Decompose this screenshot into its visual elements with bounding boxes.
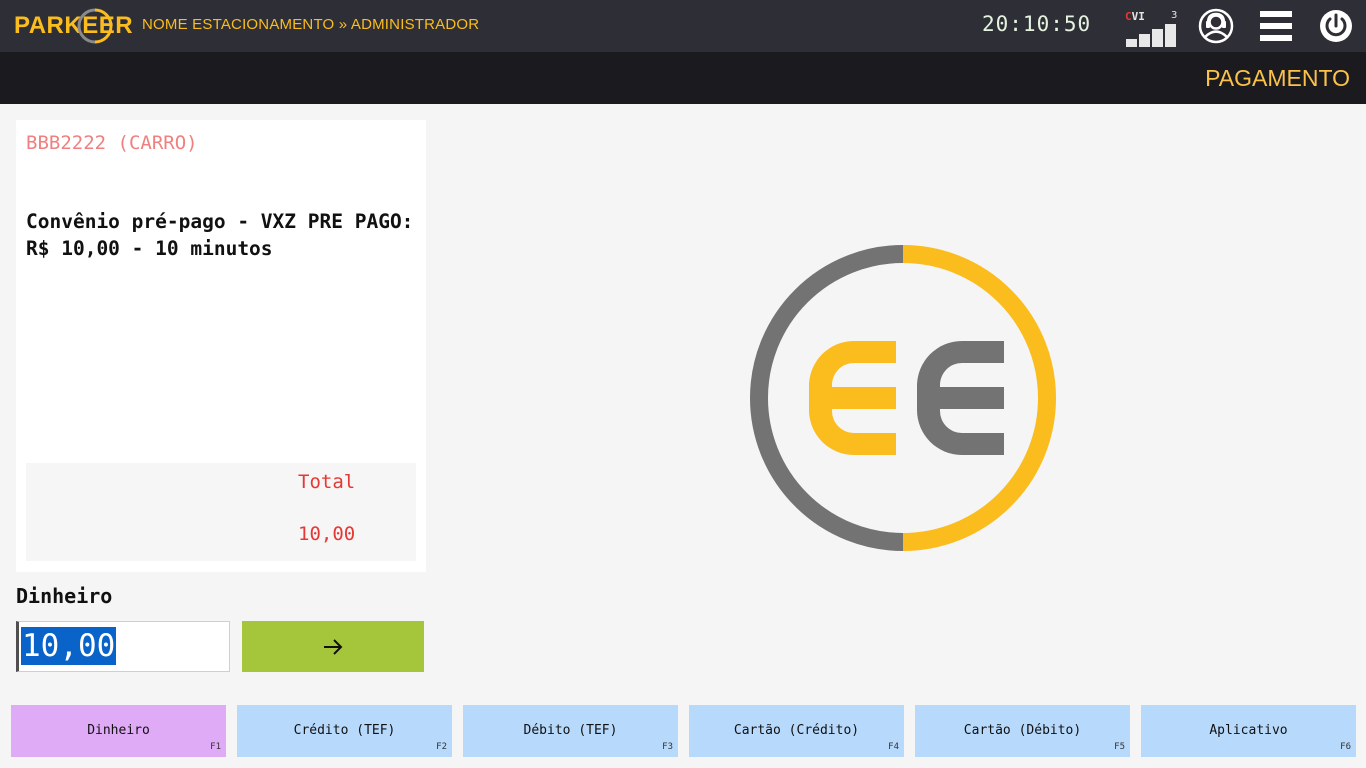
method-label: Cartão (Crédito) — [733, 723, 860, 738]
payment-method-label: Dinheiro — [16, 584, 113, 608]
method-label: Débito (TEF) — [523, 723, 618, 738]
method-label: Cartão (Débito) — [963, 723, 1082, 738]
vehicle-plate: BBB2222 (CARRO) — [26, 132, 198, 154]
method-label: Dinheiro — [87, 723, 150, 738]
ticket-description: Convênio pré-pago - VXZ PRE PAGO: R$ 10,… — [26, 210, 414, 260]
method-shortcut: F2 — [436, 742, 447, 752]
signal-level: 3 — [1171, 10, 1178, 21]
total-label: Total — [298, 471, 356, 493]
signal-label: CVI — [1125, 10, 1145, 23]
total-box: Total 10,00 — [26, 463, 416, 561]
method-label: Crédito (TEF) — [293, 723, 396, 738]
signal-bar — [1139, 34, 1150, 47]
parkeer-emblem-icon — [750, 245, 1056, 551]
breadcrumb: NOME ESTACIONAMENTO » ADMINISTRADOR — [142, 16, 480, 33]
signal-bar — [1165, 24, 1176, 47]
method-shortcut: F6 — [1340, 742, 1351, 752]
method-shortcut: F5 — [1114, 742, 1125, 752]
method-shortcut: F1 — [210, 742, 221, 752]
method-shortcut: F3 — [662, 742, 673, 752]
method-button-dinheiro[interactable]: Dinheiro F1 — [11, 705, 226, 757]
signal-strength-indicator: CVI 3 — [1124, 10, 1180, 48]
logo-text: PARKEER — [14, 12, 134, 39]
parkeer-logo: PARKEER — [14, 8, 133, 44]
arrow-right-icon — [324, 638, 343, 655]
signal-bar — [1126, 39, 1137, 47]
logo-ring-icon — [77, 8, 113, 44]
total-value: 10,00 — [298, 523, 356, 545]
method-button-credito-tef[interactable]: Crédito (TEF) F2 — [237, 705, 452, 757]
confirm-payment-button[interactable] — [242, 621, 424, 672]
user-support-icon[interactable] — [1196, 6, 1236, 46]
clock: 20:10:50 — [982, 12, 1092, 36]
amount-input[interactable]: 10,00 — [16, 621, 230, 672]
method-button-aplicativo[interactable]: Aplicativo F6 — [1141, 705, 1356, 757]
page-title: PAGAMENTO — [1205, 65, 1350, 91]
method-button-debito-tef[interactable]: Débito (TEF) F3 — [463, 705, 678, 757]
method-label: Aplicativo — [1209, 723, 1288, 738]
menu-icon[interactable] — [1256, 6, 1296, 46]
method-shortcut: F4 — [888, 742, 899, 752]
title-bar: PAGAMENTO — [0, 52, 1366, 104]
amount-value[interactable]: 10,00 — [21, 627, 117, 665]
top-bar: PARKEER NOME ESTACIONAMENTO » ADMINISTRA… — [0, 0, 1366, 52]
ticket-card: BBB2222 (CARRO) Convênio pré-pago - VXZ … — [16, 120, 426, 572]
payment-methods-bar: Dinheiro F1 Crédito (TEF) F2 Débito (TEF… — [11, 705, 1357, 757]
method-button-cartao-debito[interactable]: Cartão (Débito) F5 — [915, 705, 1130, 757]
method-button-cartao-credito[interactable]: Cartão (Crédito) F4 — [689, 705, 904, 757]
signal-bar — [1152, 29, 1163, 47]
power-icon[interactable] — [1316, 6, 1356, 46]
